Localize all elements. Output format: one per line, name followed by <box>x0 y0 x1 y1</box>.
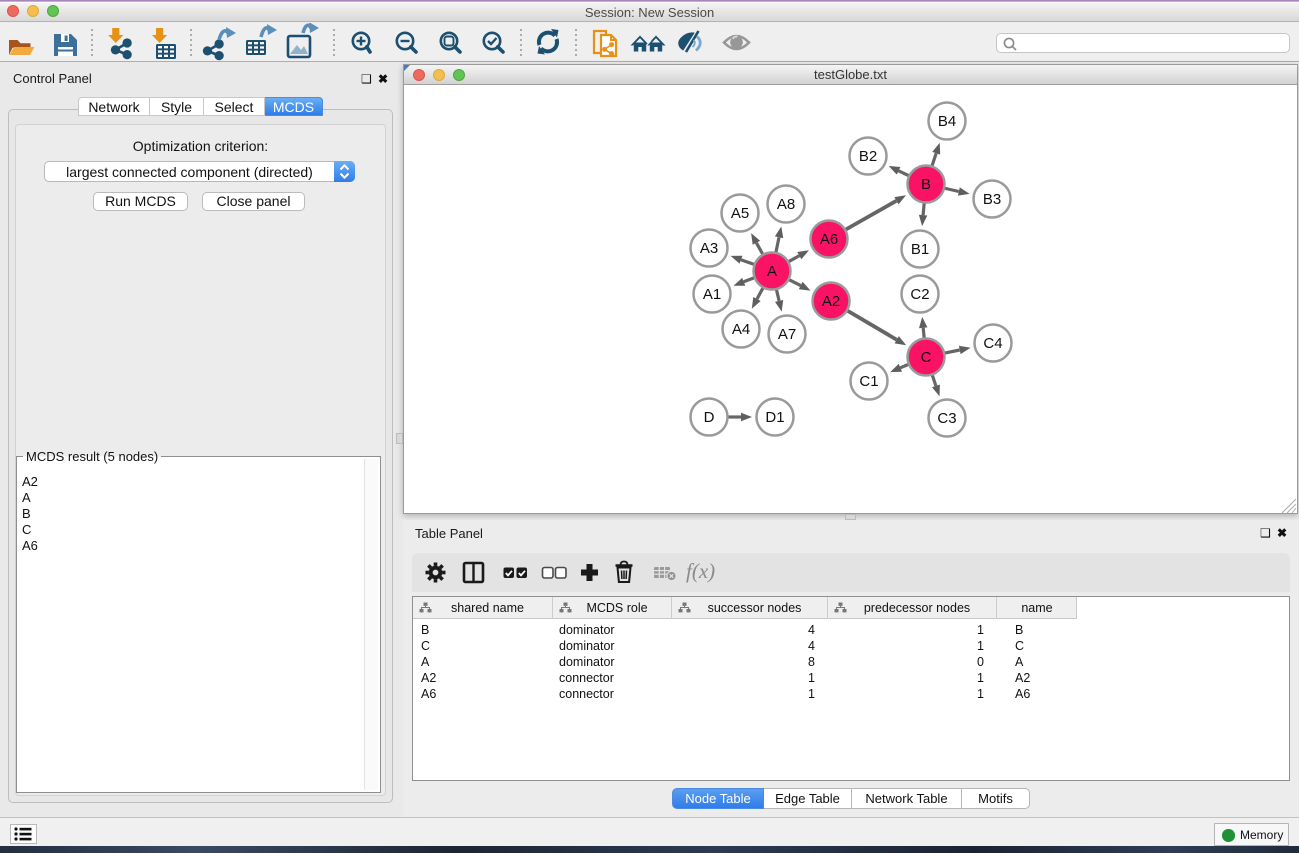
svg-text:A6: A6 <box>820 231 838 248</box>
svg-text:C3: C3 <box>937 410 956 427</box>
svg-text:A2: A2 <box>822 293 840 310</box>
svg-text:C1: C1 <box>859 373 878 390</box>
svg-text:B2: B2 <box>859 148 877 165</box>
svg-text:A1: A1 <box>703 286 721 303</box>
svg-text:A5: A5 <box>731 205 749 222</box>
svg-text:C2: C2 <box>910 286 929 303</box>
svg-text:A: A <box>767 263 777 280</box>
svg-text:D: D <box>704 409 715 426</box>
svg-text:D1: D1 <box>765 409 784 426</box>
svg-text:C: C <box>921 349 932 366</box>
svg-text:C4: C4 <box>983 335 1002 352</box>
svg-text:B1: B1 <box>911 241 929 258</box>
svg-text:A8: A8 <box>777 196 795 213</box>
svg-text:B: B <box>921 176 931 193</box>
svg-text:A4: A4 <box>732 321 750 338</box>
svg-text:B4: B4 <box>938 113 956 130</box>
svg-text:B3: B3 <box>983 191 1001 208</box>
svg-text:A3: A3 <box>700 240 718 257</box>
svg-text:A7: A7 <box>778 326 796 343</box>
